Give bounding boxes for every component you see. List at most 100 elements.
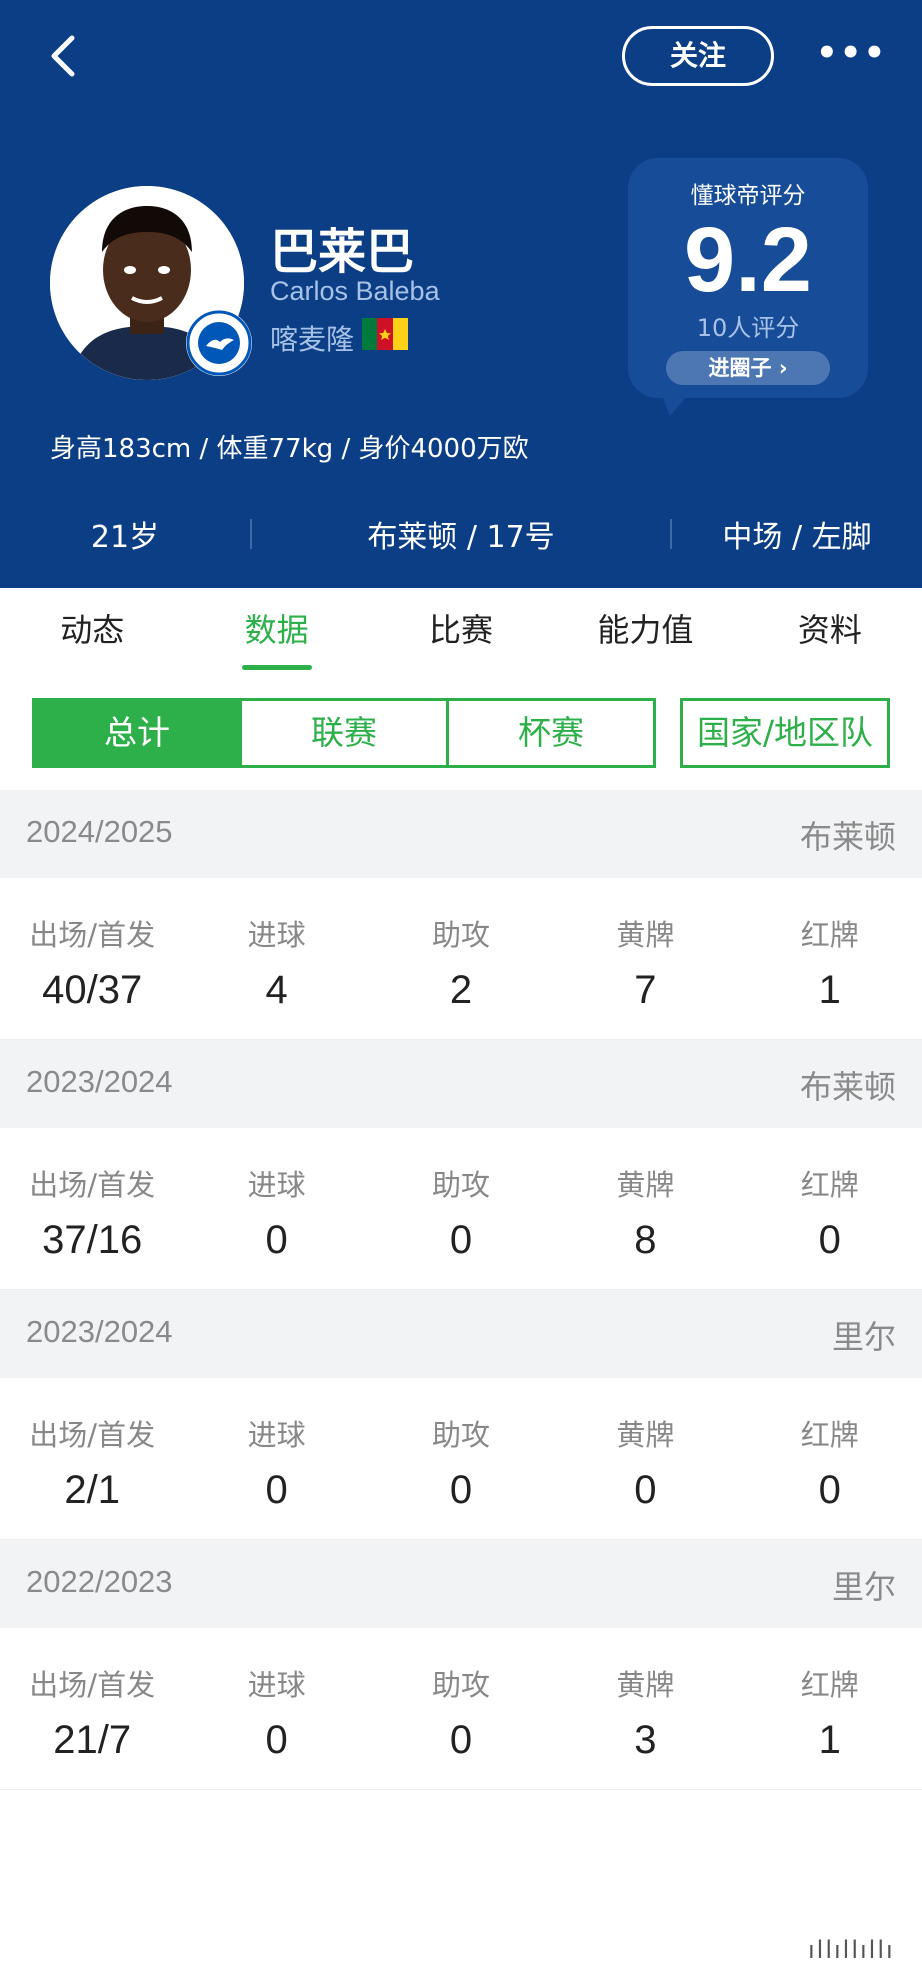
stat-value: 0 <box>634 1468 657 1512</box>
rating-score: 9.2 <box>684 209 812 311</box>
player-header: 关注 ••• 巴莱巴 Carlos Baleba 喀麦隆 身高183cm / 体… <box>0 0 922 588</box>
stat-cell: 红牌 1 <box>738 878 922 1039</box>
stat-value: 0 <box>449 1468 473 1512</box>
more-icon[interactable]: ••• <box>816 36 885 70</box>
stat-value: 1 <box>818 1718 841 1762</box>
stat-label: 助攻 <box>431 1668 490 1702</box>
stat-value: 0 <box>265 1468 288 1512</box>
player-name: 巴莱巴 <box>270 224 415 280</box>
season-stats-row: 出场/首发 37/16 进球 0 助攻 0 黄牌 8 红牌 0 <box>0 1128 922 1290</box>
stat-cell: 出场/首发 40/37 <box>0 878 184 1039</box>
season-year: 2024/2025 <box>26 814 173 849</box>
stat-value: 7 <box>634 968 657 1012</box>
player-name-en: Carlos Baleba <box>270 276 440 306</box>
stat-value: 40/37 <box>42 968 143 1012</box>
player-position-foot: 中场 / 左脚 <box>722 520 872 555</box>
chevron-left-icon <box>51 35 75 77</box>
stat-value: 0 <box>818 1468 841 1512</box>
tab-data[interactable]: 数据 <box>184 588 368 678</box>
tab-profile[interactable]: 资料 <box>738 588 922 678</box>
stat-label: 出场/首发 <box>29 1668 156 1702</box>
stat-cell: 红牌 0 <box>738 1378 922 1539</box>
filter-total[interactable]: 总计 <box>32 698 242 768</box>
competition-filter: 总计 联赛 杯赛 国家/地区队 <box>32 698 890 768</box>
stat-cell: 出场/首发 2/1 <box>0 1378 184 1539</box>
player-age: 21岁 <box>90 520 160 555</box>
back-button[interactable] <box>44 30 84 82</box>
filter-national-team[interactable]: 国家/地区队 <box>680 698 890 768</box>
season-year: 2022/2023 <box>26 1564 173 1599</box>
follow-button[interactable]: 关注 <box>622 26 774 86</box>
stat-value: 1 <box>818 968 841 1012</box>
player-nationality: 喀麦隆 <box>270 323 355 356</box>
stat-label: 进球 <box>247 1168 306 1202</box>
stat-cell: 进球 0 <box>184 1128 368 1289</box>
stat-cell: 黄牌 8 <box>553 1128 737 1289</box>
season-stats-row: 出场/首发 2/1 进球 0 助攻 0 黄牌 0 红牌 0 <box>0 1378 922 1540</box>
stat-value: 0 <box>449 1218 473 1262</box>
stat-label: 出场/首发 <box>29 1168 156 1202</box>
stat-label: 红牌 <box>800 1168 859 1202</box>
stat-value: 2 <box>449 968 473 1012</box>
stat-label: 黄牌 <box>616 1668 675 1702</box>
filter-league[interactable]: 联赛 <box>239 698 449 768</box>
stat-value: 8 <box>634 1218 657 1262</box>
tab-bar: 动态 数据 比赛 能力值 资料 <box>0 588 922 678</box>
stat-cell: 红牌 1 <box>738 1628 922 1789</box>
stat-cell: 进球 0 <box>184 1628 368 1789</box>
rating-count: 10人评分 <box>696 314 800 342</box>
filter-cup[interactable]: 杯赛 <box>446 698 656 768</box>
stat-value: 37/16 <box>42 1218 143 1262</box>
stat-label: 黄牌 <box>616 1418 675 1452</box>
stat-cell: 红牌 0 <box>738 1128 922 1289</box>
rating-card-tail <box>660 390 692 416</box>
stat-cell: 进球 0 <box>184 1378 368 1539</box>
stat-label: 红牌 <box>800 1668 859 1702</box>
stat-cell: 助攻 0 <box>369 1128 553 1289</box>
stat-value: 4 <box>265 968 288 1012</box>
home-indicator: ıllıllıllı <box>808 1936 895 1964</box>
stat-value: 3 <box>634 1718 657 1762</box>
stat-value: 0 <box>265 1718 288 1762</box>
player-info-bar: 21岁 布莱顿 / 17号 中场 / 左脚 <box>0 504 922 564</box>
stat-value: 0 <box>265 1218 288 1262</box>
rating-card[interactable]: 懂球帝评分 9.2 10人评分 进圈子 › <box>628 158 868 398</box>
tab-news[interactable]: 动态 <box>0 588 184 678</box>
season-header: 2023/2024 布莱顿 <box>0 1040 922 1128</box>
season-year: 2023/2024 <box>26 1064 173 1099</box>
stat-cell: 出场/首发 37/16 <box>0 1128 184 1289</box>
cameroon-flag-icon <box>362 318 408 350</box>
club-badge-icon <box>186 310 252 376</box>
stat-label: 红牌 <box>800 918 859 952</box>
stat-cell: 出场/首发 21/7 <box>0 1628 184 1789</box>
stat-value: 0 <box>818 1218 841 1262</box>
season-header: 2023/2024 里尔 <box>0 1290 922 1378</box>
season-team: 布莱顿 <box>799 818 896 856</box>
stat-label: 进球 <box>247 1418 306 1452</box>
join-circle-button[interactable]: 进圈子 › <box>666 351 830 385</box>
stat-label: 助攻 <box>431 918 490 952</box>
stat-label: 助攻 <box>431 1418 490 1452</box>
stat-value: 0 <box>449 1718 473 1762</box>
season-header: 2024/2025 布莱顿 <box>0 790 922 878</box>
stat-cell: 进球 4 <box>184 878 368 1039</box>
stat-label: 助攻 <box>431 1168 490 1202</box>
stat-label: 黄牌 <box>616 918 675 952</box>
stat-cell: 助攻 0 <box>369 1628 553 1789</box>
stat-label: 进球 <box>247 918 306 952</box>
player-physical-info: 身高183cm / 体重77kg / 身价4000万欧 <box>50 434 529 464</box>
season-team: 里尔 <box>831 1318 896 1356</box>
stat-cell: 助攻 2 <box>369 878 553 1039</box>
stat-cell: 黄牌 0 <box>553 1378 737 1539</box>
season-team: 布莱顿 <box>799 1068 896 1106</box>
stat-cell: 黄牌 3 <box>553 1628 737 1789</box>
stat-label: 进球 <box>247 1668 306 1702</box>
stat-label: 黄牌 <box>616 1168 675 1202</box>
tab-ability[interactable]: 能力值 <box>553 588 737 678</box>
tab-matches[interactable]: 比赛 <box>369 588 553 678</box>
stat-label: 出场/首发 <box>29 1418 156 1452</box>
stat-cell: 黄牌 7 <box>553 878 737 1039</box>
season-stats-row: 出场/首发 40/37 进球 4 助攻 2 黄牌 7 红牌 1 <box>0 878 922 1040</box>
season-stats-row: 出场/首发 21/7 进球 0 助攻 0 黄牌 3 红牌 1 <box>0 1628 922 1790</box>
stat-label: 出场/首发 <box>29 918 156 952</box>
